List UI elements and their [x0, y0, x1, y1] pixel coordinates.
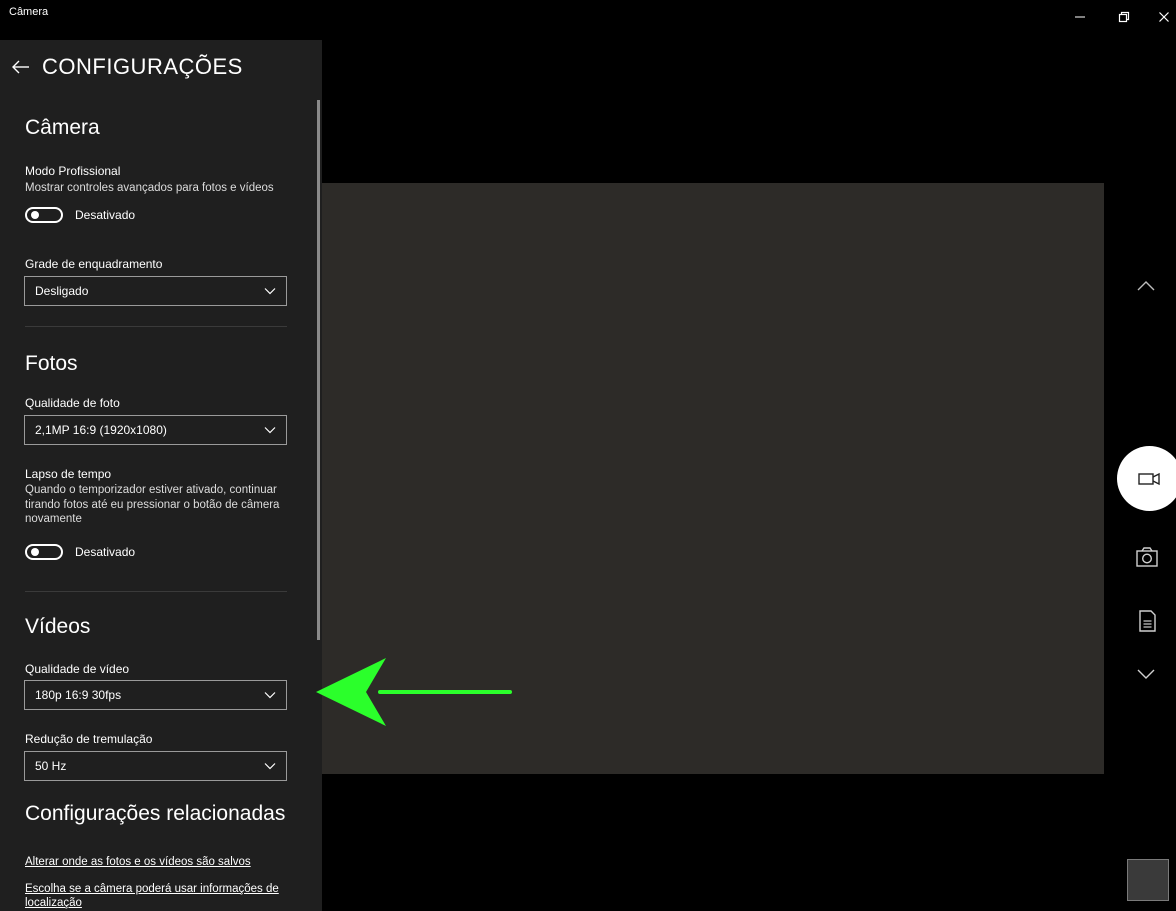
last-capture-thumbnail[interactable] — [1127, 859, 1169, 901]
toggle-track — [25, 544, 63, 560]
toggle-track — [25, 207, 63, 223]
settings-panel: CONFIGURAÇÕES Câmera Modo Profissional M… — [0, 40, 322, 911]
pro-mode-label: Modo Profissional — [25, 164, 121, 178]
app-title: Câmera — [9, 6, 49, 18]
chevron-down-icon[interactable] — [1132, 660, 1160, 688]
chevron-down-icon — [264, 288, 276, 295]
title-bar: Câmera — [0, 0, 1176, 40]
flicker-label: Redução de tremulação — [25, 732, 153, 746]
storage-location-link[interactable]: Alterar onde as fotos e os vídeos são sa… — [25, 855, 295, 869]
toggle-knob — [31, 548, 39, 556]
divider — [25, 591, 287, 592]
annotation-arrow-icon — [316, 658, 512, 726]
pro-mode-description: Mostrar controles avançados para fotos e… — [25, 182, 274, 194]
chevron-down-icon — [264, 427, 276, 434]
scrollbar[interactable] — [317, 100, 320, 640]
section-photos-heading: Fotos — [25, 352, 78, 375]
camera-window: Câmera CONFIGURAÇÕES Câmera Modo Profiss… — [0, 0, 1176, 911]
pro-mode-state: Desativado — [75, 208, 136, 222]
chevron-down-icon — [264, 763, 276, 770]
photo-quality-value: 2,1MP 16:9 (1920x1080) — [35, 423, 167, 437]
section-related-heading: Configurações relacionadas — [25, 802, 286, 825]
video-camera-icon — [1137, 472, 1160, 485]
chevron-up-icon[interactable] — [1132, 272, 1160, 300]
location-info-link[interactable]: Escolha se a câmera poderá usar informaç… — [25, 882, 295, 910]
back-arrow-icon[interactable] — [10, 56, 32, 78]
grid-select[interactable]: Desligado — [24, 276, 287, 306]
video-quality-value: 180p 16:9 30fps — [35, 688, 122, 702]
timelapse-label: Lapso de tempo — [25, 467, 112, 481]
photo-quality-select[interactable]: 2,1MP 16:9 (1920x1080) — [24, 415, 287, 445]
video-capture-button[interactable] — [1117, 446, 1176, 511]
timelapse-toggle[interactable]: Desativado — [25, 544, 135, 560]
close-button[interactable] — [1152, 10, 1176, 30]
restore-icon — [1118, 11, 1130, 23]
panel-header: CONFIGURAÇÕES — [10, 52, 243, 82]
video-quality-label: Qualidade de vídeo — [25, 662, 130, 676]
panel-title: CONFIGURAÇÕES — [42, 54, 243, 79]
maximize-button[interactable] — [1112, 10, 1136, 30]
flicker-value: 50 Hz — [35, 759, 67, 773]
timelapse-state: Desativado — [75, 545, 136, 559]
pro-mode-toggle[interactable]: Desativado — [25, 207, 135, 223]
video-quality-select[interactable]: 180p 16:9 30fps — [24, 680, 287, 710]
section-camera-heading: Câmera — [25, 116, 100, 139]
chevron-down-icon — [264, 692, 276, 699]
minimize-icon — [1075, 16, 1085, 18]
close-icon — [1159, 12, 1169, 22]
photo-quality-label: Qualidade de foto — [25, 396, 120, 410]
section-videos-heading: Vídeos — [25, 615, 91, 638]
document-icon[interactable] — [1133, 607, 1161, 635]
divider — [25, 326, 287, 327]
grid-label: Grade de enquadramento — [25, 257, 163, 271]
flicker-select[interactable]: 50 Hz — [24, 751, 287, 781]
grid-select-value: Desligado — [35, 284, 89, 298]
toggle-knob — [31, 211, 39, 219]
photo-camera-icon[interactable] — [1133, 543, 1161, 571]
timelapse-description: Quando o temporizador estiver ativado, c… — [25, 484, 280, 525]
minimize-button[interactable] — [1068, 10, 1092, 30]
